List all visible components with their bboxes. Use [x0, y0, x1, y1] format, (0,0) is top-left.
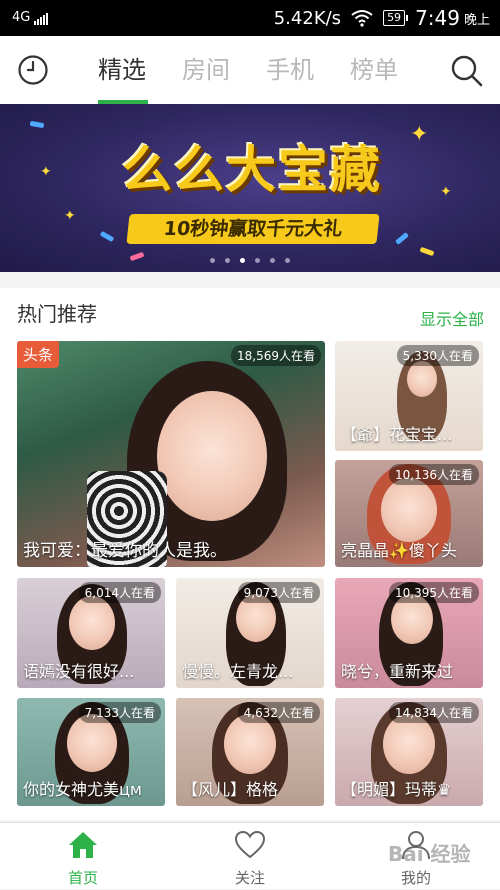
network-speed: 5.42K/s — [273, 7, 342, 29]
nav-follow-label: 关注 — [234, 869, 265, 887]
thumbnail-face — [157, 391, 267, 521]
stream-title: 亮晶晶✨傻丫头 — [341, 541, 457, 560]
confetti — [419, 246, 435, 257]
banner-title: 么么大宝藏 — [122, 141, 382, 199]
stream-title: 慢慢。左青龙... — [182, 662, 294, 681]
tab-bar: 精选 房间 手机 榜单 — [80, 36, 416, 104]
confetti — [99, 230, 115, 243]
viewer-count: 7,133人在看 — [78, 702, 161, 723]
status-bar: 4G 5.42K/s 59 7:49 晚上 — [0, 0, 500, 36]
stream-title: 你的女神尤美цм — [23, 780, 142, 799]
home-icon — [69, 832, 97, 858]
stream-title: 【风儿】格格 — [182, 780, 279, 799]
stream-card[interactable]: 9,073人在看 慢慢。左青龙... — [176, 578, 324, 688]
show-all-link[interactable]: 显示全部 — [420, 306, 484, 330]
viewer-count: 10,395人在看 — [389, 582, 479, 603]
headline-badge: 头条 — [17, 341, 60, 368]
pagination-dot[interactable] — [285, 258, 290, 263]
stream-card[interactable]: 14,834人在看 【明媚】玛蒂♛ — [335, 698, 483, 806]
thumbnail-face — [381, 478, 437, 542]
stream-title: 【爺】花宝宝... — [341, 425, 453, 444]
stream-card[interactable]: 6,014人在看 语嫣没有很好... — [17, 578, 165, 688]
wifi-icon — [351, 10, 373, 27]
section-title: 热门推荐 — [17, 302, 97, 326]
tab-rooms[interactable]: 房间 — [164, 36, 248, 104]
viewer-count: 4,632人在看 — [237, 702, 320, 723]
stream-card[interactable]: 5,330人在看 【爺】花宝宝... — [335, 341, 483, 451]
confetti — [29, 120, 45, 129]
viewer-count: 10,136人在看 — [389, 464, 479, 485]
viewer-count: 18,569人在看 — [231, 345, 321, 366]
thumbnail-face — [407, 361, 437, 397]
stream-card[interactable]: 4,632人在看 【风儿】格格 — [176, 698, 324, 806]
banner-subtitle: 10秒钟赢取千元大礼 — [126, 214, 380, 244]
nav-home-label: 首页 — [67, 869, 98, 887]
viewer-count: 14,834人在看 — [389, 702, 479, 723]
pagination-dot[interactable] — [255, 258, 260, 263]
nav-profile-label: 我的 — [400, 869, 431, 887]
sparkle-icon: ✦ — [440, 184, 452, 200]
stream-card[interactable]: 7,133人在看 你的女神尤美цм — [17, 698, 165, 806]
stream-title: 【明媚】玛蒂♛ — [341, 780, 452, 799]
pagination-dot-active[interactable] — [240, 258, 245, 263]
viewer-count: 5,330人在看 — [396, 345, 479, 366]
tab-mobile[interactable]: 手机 — [248, 36, 332, 104]
sparkle-icon: ✦ — [410, 122, 429, 147]
pagination-dot[interactable] — [270, 258, 275, 263]
stream-title: 晓兮，重新来过 — [341, 662, 454, 681]
thumbnail-face — [383, 714, 435, 774]
confetti — [395, 232, 409, 245]
pagination-dot[interactable] — [210, 258, 215, 263]
search-icon[interactable] — [450, 54, 484, 88]
thumbnail-face — [69, 596, 115, 650]
top-navigation: 精选 房间 手机 榜单 — [0, 36, 500, 104]
viewer-count: 6,014人在看 — [78, 582, 161, 603]
sparkle-icon: ✦ — [40, 164, 52, 180]
battery-icon: 59 — [383, 10, 409, 26]
pagination-dot[interactable] — [225, 258, 230, 263]
stream-title: 我可爱：最爱你的人是我。 — [23, 541, 227, 561]
stream-title: 语嫣没有很好... — [23, 662, 135, 681]
nav-follow[interactable]: 关注 — [190, 823, 310, 890]
watermark: Bai 经验 — [388, 842, 471, 866]
hot-recommend-header: 热门推荐 显示全部 — [0, 288, 500, 336]
signal-icon — [34, 13, 49, 25]
nav-home[interactable]: 首页 — [23, 823, 143, 890]
tab-featured[interactable]: 精选 — [80, 36, 164, 104]
history-icon[interactable] — [17, 54, 49, 86]
stream-card-featured[interactable]: 头条 18,569人在看 我可爱：最爱你的人是我。 — [17, 341, 325, 567]
stream-card[interactable]: 10,136人在看 亮晶晶✨傻丫头 — [335, 460, 483, 567]
clock-period: 晚上 — [463, 12, 490, 28]
thumbnail-face — [224, 714, 276, 774]
clock: 7:49 — [415, 6, 460, 30]
viewer-count: 9,073人在看 — [237, 582, 320, 603]
stream-card[interactable]: 10,395人在看 晓兮，重新来过 — [335, 578, 483, 688]
banner-pagination — [0, 258, 500, 263]
heart-icon — [234, 830, 266, 859]
network-label: 4G — [12, 10, 31, 25]
tab-rankings[interactable]: 榜单 — [332, 36, 416, 104]
sparkle-icon: ✦ — [64, 208, 76, 224]
